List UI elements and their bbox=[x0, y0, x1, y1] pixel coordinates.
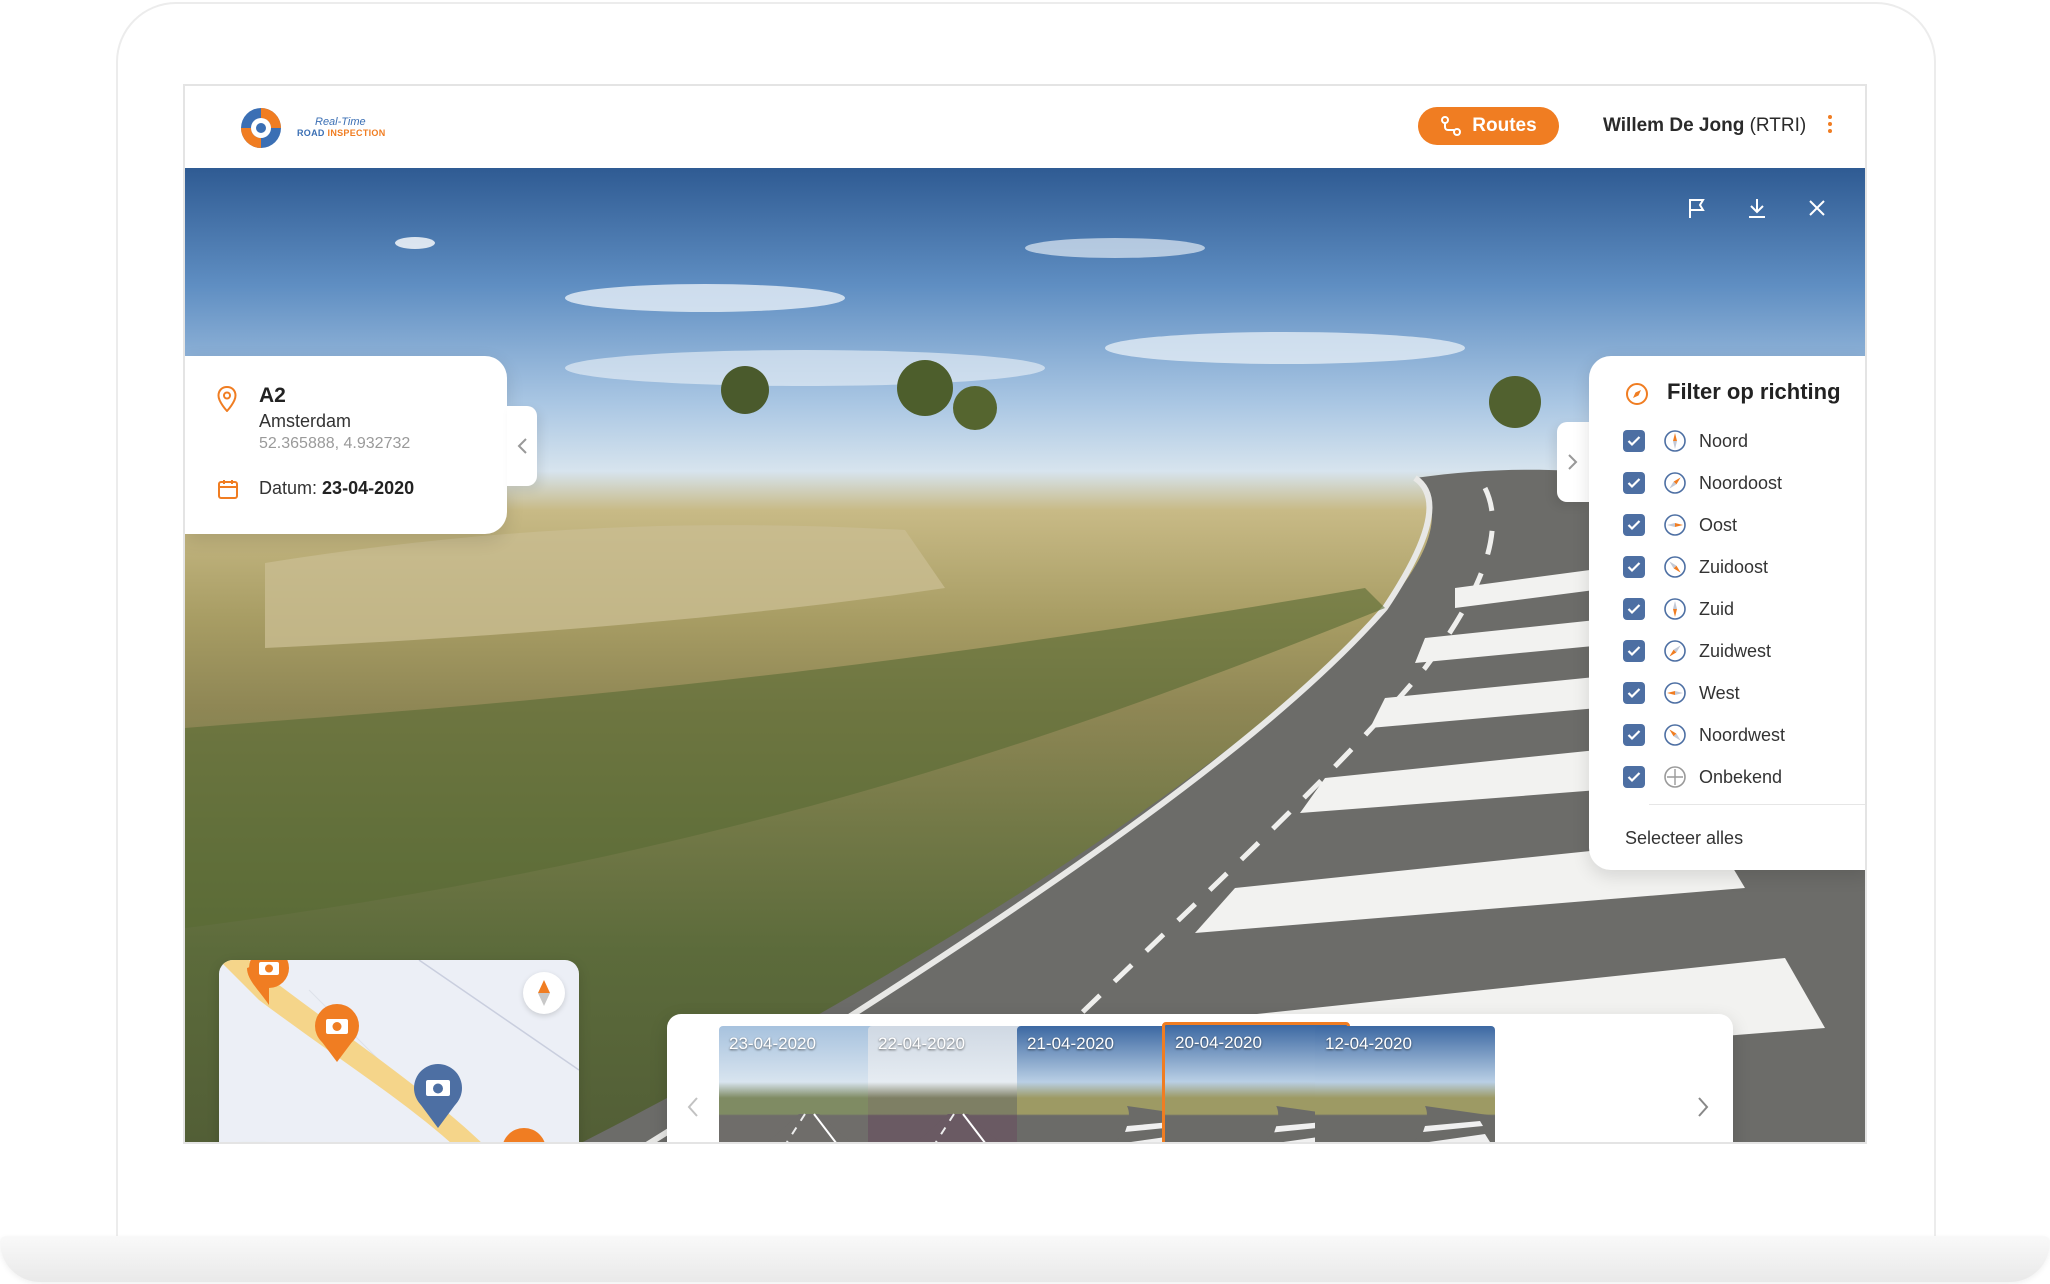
thumbnail-date: 21-04-2020 bbox=[1027, 1034, 1114, 1053]
thumbnail-date: 20-04-2020 bbox=[1175, 1033, 1262, 1052]
direction-checkbox[interactable] bbox=[1623, 598, 1645, 620]
collapse-filter-button[interactable] bbox=[1557, 422, 1589, 502]
date-label: Datum: bbox=[259, 478, 318, 498]
logo-text-inspection: INSPECTION bbox=[327, 128, 386, 138]
compass-icon bbox=[1626, 383, 1648, 405]
direction-item[interactable]: Zuid bbox=[1623, 588, 1785, 630]
direction-compass-icon bbox=[1664, 556, 1686, 578]
direction-checkbox[interactable] bbox=[1623, 556, 1645, 578]
logo-text-road-inspection: ROAD INSPECTION bbox=[297, 128, 386, 138]
location-pin-icon bbox=[217, 386, 237, 412]
chevron-left-icon[interactable] bbox=[683, 1094, 703, 1120]
direction-item[interactable]: Noordwest bbox=[1623, 714, 1785, 756]
thumbnail-date: 23-04-2020 bbox=[729, 1034, 816, 1053]
direction-checkbox[interactable] bbox=[1623, 766, 1645, 788]
camera-marker-active-icon[interactable] bbox=[414, 1064, 462, 1128]
direction-item[interactable]: Zuidoost bbox=[1623, 546, 1785, 588]
direction-checkbox[interactable] bbox=[1623, 430, 1645, 452]
app-header: Real-Time ROAD INSPECTION Routes Willem … bbox=[185, 86, 1865, 168]
mini-map[interactable] bbox=[219, 960, 579, 1144]
direction-list: Noord Noordoost Oost Zuidoost Zuid Zuidwest We… bbox=[1623, 420, 1785, 798]
direction-checkbox[interactable] bbox=[1623, 682, 1645, 704]
laptop-base bbox=[0, 1236, 2050, 1282]
direction-label: Zuid bbox=[1699, 598, 1735, 619]
filter-divider bbox=[1649, 804, 1865, 805]
direction-compass-icon bbox=[1664, 640, 1686, 662]
chevron-right-icon[interactable] bbox=[1693, 1094, 1713, 1120]
chevron-right-icon bbox=[1568, 454, 1578, 470]
direction-item[interactable]: West bbox=[1623, 672, 1785, 714]
direction-label: Onbekend bbox=[1699, 766, 1783, 787]
direction-checkbox[interactable] bbox=[1623, 514, 1645, 536]
more-menu-icon[interactable] bbox=[1825, 112, 1835, 142]
direction-item[interactable]: Noordoost bbox=[1623, 462, 1785, 504]
thumbnail-date: 22-04-2020 bbox=[878, 1034, 965, 1053]
direction-compass-icon bbox=[1664, 682, 1686, 704]
location-coordinates: 52.365888, 4.932732 bbox=[259, 435, 411, 452]
direction-checkbox[interactable] bbox=[1623, 472, 1645, 494]
map-compass-button[interactable] bbox=[523, 972, 565, 1014]
logo-text-road: ROAD bbox=[297, 128, 325, 138]
chevron-left-icon bbox=[517, 438, 527, 454]
user-name[interactable]: Willem De Jong (RTRI) bbox=[1603, 115, 1806, 137]
thumbnail-date: 12-04-2020 bbox=[1325, 1034, 1412, 1053]
location-date: Datum: 23-04-2020 bbox=[259, 478, 414, 499]
direction-label: West bbox=[1699, 682, 1740, 703]
direction-filter-panel: Filter op richting Noord Noordoost Oost Zui… bbox=[1589, 356, 1865, 870]
view-toolbar bbox=[1685, 196, 1829, 220]
filter-title: Filter op richting bbox=[1667, 379, 1841, 404]
logo-text-realtime: Real-Time bbox=[315, 116, 366, 128]
app-screen: Real-Time ROAD INSPECTION Routes Willem … bbox=[183, 84, 1867, 1144]
thumbnail-strip: 23-04-2020 22-04-2020 21-04-2020 20-04-2020… bbox=[667, 1014, 1733, 1142]
direction-label: Noordoost bbox=[1699, 472, 1783, 493]
direction-item[interactable]: Zuidwest bbox=[1623, 630, 1785, 672]
direction-compass-icon bbox=[1664, 430, 1686, 452]
calendar-icon bbox=[218, 480, 238, 499]
location-card: A2 Amsterdam 52.365888, 4.932732 Datum: … bbox=[185, 356, 507, 534]
direction-item[interactable]: Noord bbox=[1623, 420, 1785, 462]
direction-label: Oost bbox=[1699, 514, 1738, 535]
location-road: A2 bbox=[259, 384, 286, 407]
direction-label: Noordwest bbox=[1699, 724, 1786, 745]
direction-label: Zuidoost bbox=[1699, 556, 1769, 577]
close-icon[interactable] bbox=[1805, 196, 1829, 220]
location-city: Amsterdam bbox=[259, 411, 352, 431]
north-arrow-icon bbox=[538, 980, 550, 1006]
user-org-text: (RTRI) bbox=[1749, 115, 1807, 136]
date-value: 23-04-2020 bbox=[322, 478, 415, 498]
direction-label: Noord bbox=[1699, 430, 1749, 451]
routes-button-label: Routes bbox=[1472, 115, 1537, 136]
select-all-link[interactable]: Selecteer alles bbox=[1625, 828, 1743, 849]
routes-button[interactable]: Routes bbox=[1418, 107, 1559, 145]
direction-item[interactable]: Onbekend bbox=[1623, 756, 1785, 798]
direction-compass-icon bbox=[1664, 598, 1686, 620]
direction-compass-icon bbox=[1664, 472, 1686, 494]
flag-icon[interactable] bbox=[1685, 196, 1709, 220]
logo-icon bbox=[241, 108, 281, 148]
direction-compass-icon bbox=[1664, 724, 1686, 746]
street-view-image[interactable]: A2 Amsterdam 52.365888, 4.932732 Datum: … bbox=[185, 168, 1865, 1144]
direction-compass-icon bbox=[1664, 766, 1686, 788]
route-icon bbox=[1441, 116, 1462, 136]
user-name-text: Willem De Jong bbox=[1603, 115, 1745, 136]
direction-checkbox[interactable] bbox=[1623, 640, 1645, 662]
camera-marker-icon[interactable] bbox=[502, 1128, 546, 1144]
download-icon[interactable] bbox=[1745, 196, 1769, 220]
direction-compass-icon bbox=[1664, 514, 1686, 536]
collapse-location-button[interactable] bbox=[507, 406, 537, 486]
thumbnail-item[interactable]: 12-04-2020 bbox=[1315, 1026, 1495, 1142]
direction-item[interactable]: Oost bbox=[1623, 504, 1785, 546]
direction-label: Zuidwest bbox=[1699, 640, 1772, 661]
direction-checkbox[interactable] bbox=[1623, 724, 1645, 746]
